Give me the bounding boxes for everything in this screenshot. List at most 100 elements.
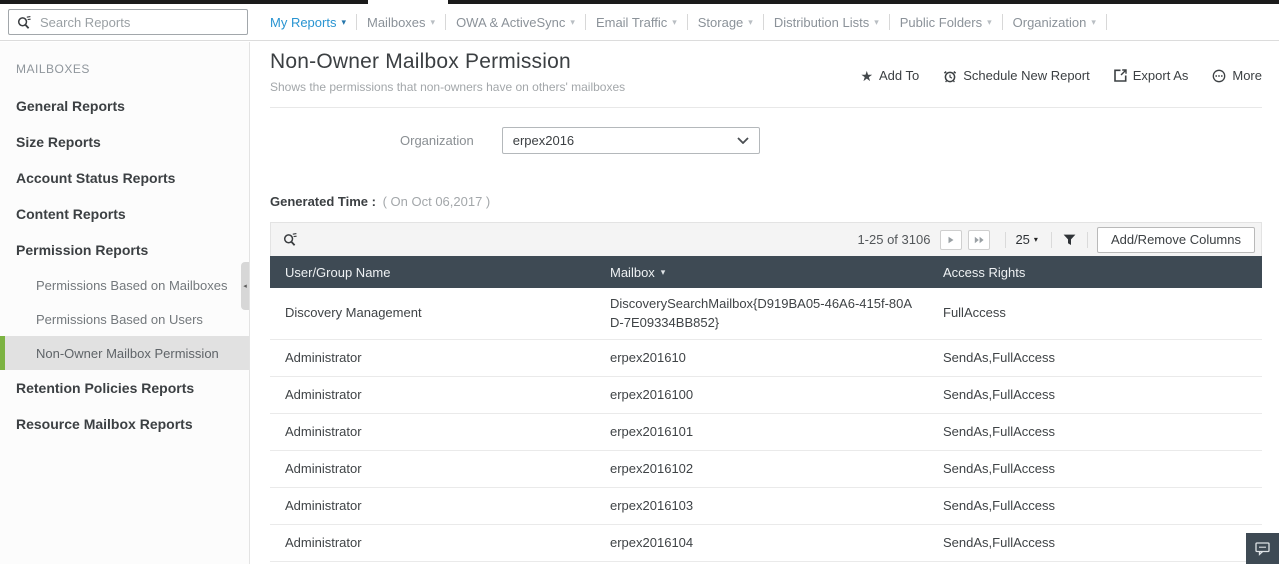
table-row: Administratorerpex2016100SendAs,FullAcce… [270,377,1262,414]
sidebar-item-non-owner-mailbox-permission[interactable]: Non-Owner Mailbox Permission [0,336,249,370]
sidebar-item-size-reports[interactable]: Size Reports [0,124,249,160]
main-content: Non-Owner Mailbox Permission Shows the p… [251,42,1279,564]
table-cell: SendAs,FullAccess [928,493,1262,520]
report-actions: ★ Add To Schedule New Report [836,68,1262,83]
table-cell: SendAs,FullAccess [928,382,1262,409]
star-icon: ★ [860,69,873,83]
report-search-box[interactable] [8,9,248,35]
table-cell: FullAccess [928,300,1262,327]
sidebar-item-permissions-based-on-mailboxes[interactable]: Permissions Based on Mailboxes [0,268,249,302]
page-subtitle: Shows the permissions that non-owners ha… [270,80,625,94]
table-cell: erpex201610 [595,345,928,372]
sidebar-item-general-reports[interactable]: General Reports [0,88,249,124]
organization-value: erpex2016 [513,133,574,148]
sidebar-item-permissions-based-on-users[interactable]: Permissions Based on Users [0,302,249,336]
table-cell: SendAs,FullAccess [928,345,1262,372]
chevron-down-icon: ▾ [672,17,677,28]
chevron-down-icon: ▾ [987,17,992,28]
column-header-user-group-name[interactable]: User/Group Name [270,265,595,280]
chevron-down-icon: ▾ [1034,235,1038,244]
nav-item-public-folders[interactable]: Public Folders▾ [890,4,1002,40]
sidebar-section-title: MAILBOXES [0,42,249,80]
toolbar-separator [1087,232,1088,248]
table-row: Administratorerpex2016102SendAs,FullAcce… [270,451,1262,488]
sidebar: MAILBOXES General ReportsSize ReportsAcc… [0,42,250,564]
sidebar-collapse-handle[interactable]: ◂ [241,262,249,310]
column-header-mailbox[interactable]: Mailbox ▾ [595,265,928,280]
table-cell: SendAs,FullAccess [928,419,1262,446]
table-cell: SendAs,FullAccess [928,530,1262,557]
table-row: Administratorerpex2016101SendAs,FullAcce… [270,414,1262,451]
nav-item-owa-activesync[interactable]: OWA & ActiveSync▾ [446,4,585,40]
alarm-clock-icon [943,69,957,83]
table-cell: Administrator [270,456,595,483]
add-to-button[interactable]: ★ Add To [860,68,919,83]
chevron-down-icon: ▾ [874,17,879,28]
column-header-access-rights[interactable]: Access Rights [928,265,1262,280]
header-divider [270,107,1262,108]
app-header: My Reports▾Mailboxes▾OWA & ActiveSync▾Em… [0,4,1279,41]
generated-time-label: Generated Time : [270,194,376,209]
table-cell: Administrator [270,382,595,409]
generated-time: Generated Time : ( On Oct 06,2017 ) [270,194,1262,209]
table-cell: DiscoverySearchMailbox{D919BA05-46A6-415… [595,291,928,337]
table-row: Discovery ManagementDiscoverySearchMailb… [270,288,1262,340]
filter-button[interactable] [1061,234,1078,246]
sidebar-item-retention-policies-reports[interactable]: Retention Policies Reports [0,370,249,406]
table-cell: Administrator [270,530,595,557]
organization-label: Organization [400,133,474,148]
chevron-down-icon [737,137,749,144]
nav-item-organization[interactable]: Organization▾ [1003,4,1106,40]
toolbar-separator [1005,232,1006,248]
more-icon [1212,69,1226,83]
page-title: Non-Owner Mailbox Permission [270,50,625,74]
generated-time-value: ( On Oct 06,2017 ) [383,194,491,209]
table-cell: erpex2016101 [595,419,928,446]
table-search-icon[interactable] [283,232,298,247]
last-page-button[interactable] [968,230,990,250]
chat-button[interactable] [1246,533,1279,564]
chevron-down-icon: ▾ [570,17,575,28]
export-icon [1114,69,1127,82]
table-row: Administratorerpex2016103SendAs,FullAcce… [270,488,1262,525]
table-body: Discovery ManagementDiscoverySearchMailb… [270,288,1262,562]
nav-item-distribution-lists[interactable]: Distribution Lists▾ [764,4,889,40]
sort-arrow-icon: ▾ [661,267,666,278]
sidebar-item-permission-reports[interactable]: Permission Reports [0,232,249,268]
page-size-dropdown[interactable]: 25 ▾ [1015,232,1037,247]
search-input[interactable] [40,15,230,30]
chevron-down-icon: ▾ [431,17,436,28]
sidebar-item-resource-mailbox-reports[interactable]: Resource Mailbox Reports [0,406,249,442]
nav-item-storage[interactable]: Storage▾ [688,4,763,40]
table-row: Administratorerpex201610SendAs,FullAcces… [270,340,1262,377]
more-button[interactable]: More [1212,68,1262,83]
double-triangle-right-icon [974,236,985,244]
pagination-range: 1-25 of 3106 [857,232,930,247]
sidebar-item-content-reports[interactable]: Content Reports [0,196,249,232]
main-nav: My Reports▾Mailboxes▾OWA & ActiveSync▾Em… [260,4,1107,40]
sidebar-list: General ReportsSize ReportsAccount Statu… [0,88,249,442]
table-header-row: User/Group Name Mailbox ▾ Access Rights [270,256,1262,288]
table-toolbar: 1-25 of 3106 25 ▾ [270,222,1262,256]
table-cell: erpex2016103 [595,493,928,520]
triangle-right-icon [947,236,955,244]
table-cell: SendAs,FullAccess [928,456,1262,483]
organization-select[interactable]: erpex2016 [502,127,760,154]
chevron-down-icon: ▾ [1091,17,1096,28]
table-cell: Discovery Management [270,300,595,327]
nav-item-my-reports[interactable]: My Reports▾ [260,4,356,40]
nav-item-mailboxes[interactable]: Mailboxes▾ [357,4,445,40]
chevron-down-icon: ▾ [341,17,346,28]
chevron-down-icon: ▾ [748,17,753,28]
schedule-new-report-button[interactable]: Schedule New Report [943,68,1089,83]
nav-item-email-traffic[interactable]: Email Traffic▾ [586,4,687,40]
report-table: 1-25 of 3106 25 ▾ [270,222,1262,562]
sidebar-item-account-status-reports[interactable]: Account Status Reports [0,160,249,196]
next-page-button[interactable] [940,230,962,250]
add-remove-columns-button[interactable]: Add/Remove Columns [1097,227,1255,253]
toolbar-separator [1051,232,1052,248]
table-cell: erpex2016100 [595,382,928,409]
speech-bubble-icon [1254,541,1271,556]
export-as-button[interactable]: Export As [1114,68,1189,83]
table-cell: Administrator [270,419,595,446]
